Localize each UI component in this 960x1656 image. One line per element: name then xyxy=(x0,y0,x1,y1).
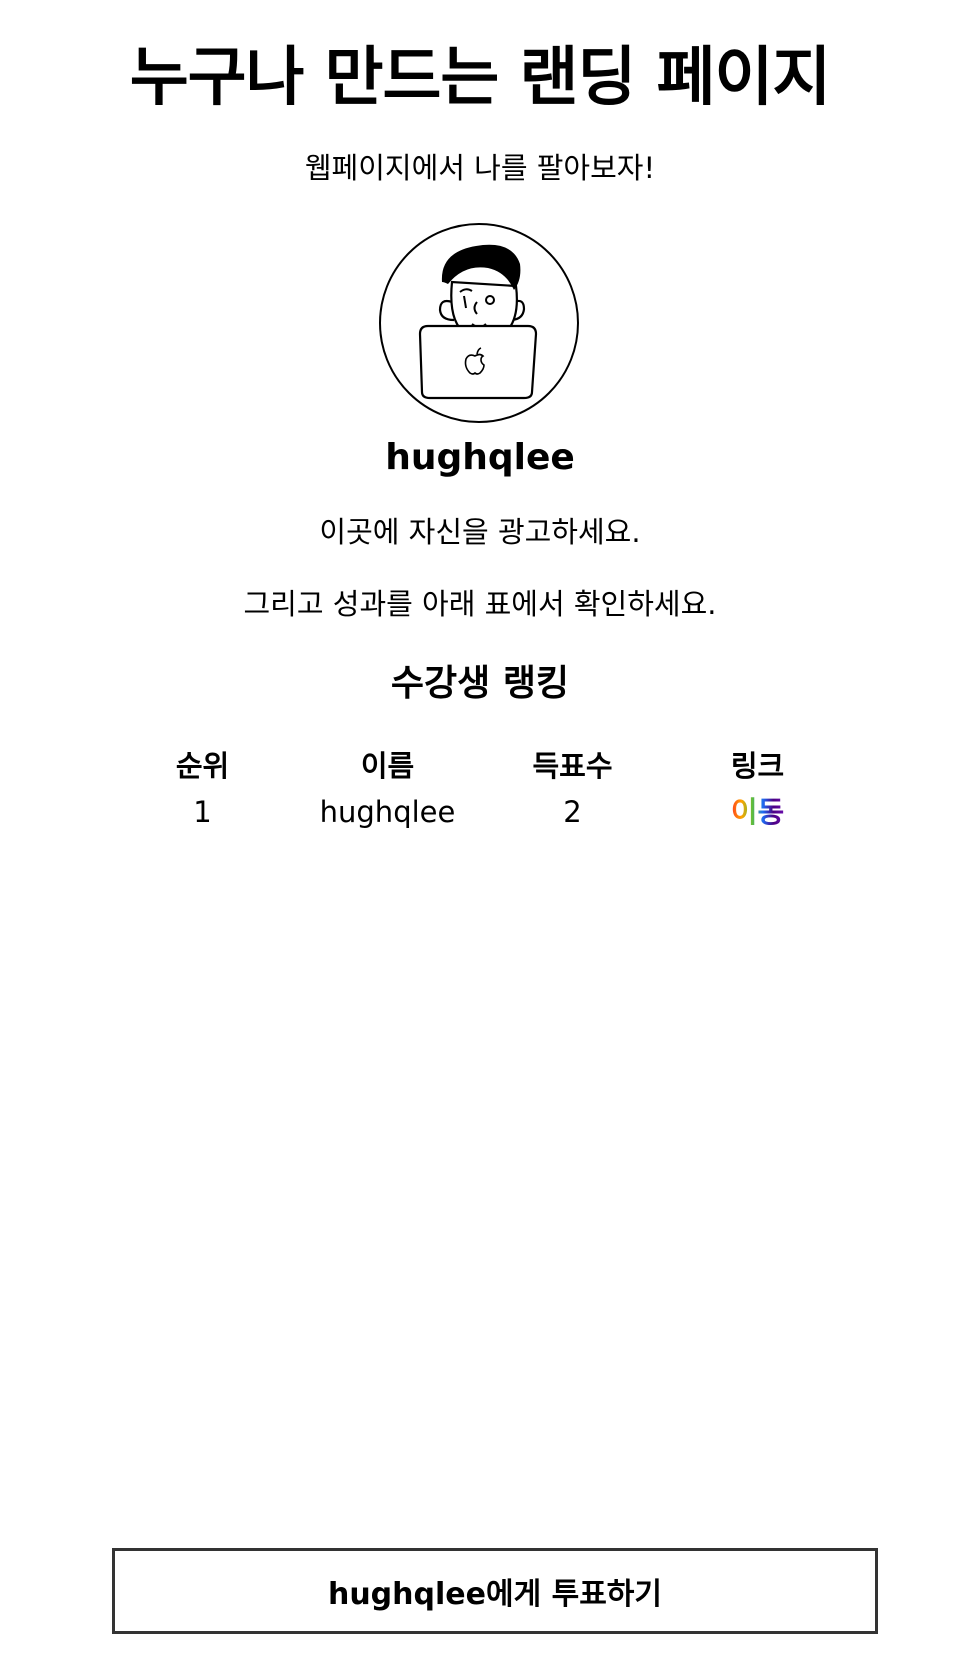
page-title: 누구나 만드는 랜딩 페이지 xyxy=(129,41,832,115)
rank-cell: 1 xyxy=(193,795,212,829)
ranking-table: 순위 이름 득표수 링크 1 hughqlee 2 이동 xyxy=(110,744,850,836)
table-row: 1 hughqlee 2 이동 xyxy=(110,788,850,836)
avatar xyxy=(378,222,580,424)
column-header-name: 이름 xyxy=(360,749,415,783)
column-header-votes: 득표수 xyxy=(532,749,613,783)
link-cell: 이동 xyxy=(665,788,850,836)
ranking-header-row: 순위 이름 득표수 링크 xyxy=(110,744,850,788)
profile-description-2: 그리고 성과를 아래 표에서 확인하세요. xyxy=(243,587,717,621)
column-header-rank: 순위 xyxy=(175,749,230,783)
page-subtitle: 웹페이지에서 나를 팔아보자! xyxy=(304,151,656,185)
votes-cell: 2 xyxy=(563,795,582,829)
ranking-title: 수강생 랭킹 xyxy=(390,663,570,704)
developer-laptop-icon xyxy=(379,223,579,423)
move-link[interactable]: 이동 xyxy=(731,795,784,829)
name-cell: hughqlee xyxy=(319,795,456,829)
profile-username: hughqlee xyxy=(385,437,575,478)
profile-description-1: 이곳에 자신을 광고하세요. xyxy=(319,515,641,549)
vote-button[interactable]: hughqlee에게 투표하기 xyxy=(112,1548,878,1634)
column-header-link: 링크 xyxy=(730,749,785,783)
